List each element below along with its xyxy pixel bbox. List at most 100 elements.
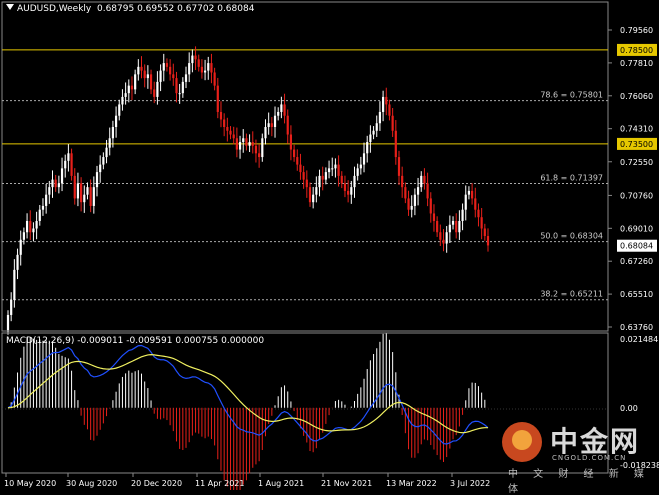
candle-body: [356, 168, 359, 176]
candle-body: [140, 66, 143, 71]
candle-body: [213, 72, 216, 86]
time-tick-label: 21 Nov 2021: [321, 479, 372, 488]
candle-body: [130, 85, 134, 90]
dropdown-triangle-icon[interactable]: [6, 4, 14, 10]
macd-header: MACD(12,26,9) -0.009011 -0.009591 0.0007…: [6, 336, 264, 346]
macd-tick-label: 0.00: [620, 404, 638, 413]
candle-body: [254, 145, 258, 154]
candle-body: [238, 142, 242, 150]
candle-body: [60, 168, 64, 184]
candle-body: [146, 74, 149, 79]
candle-body: [483, 228, 486, 237]
candle-body: [245, 138, 248, 146]
candle-body: [347, 190, 350, 195]
candle-body: [321, 175, 324, 180]
candle-body: [165, 63, 169, 67]
candle-body: [353, 175, 356, 188]
candle-body: [362, 153, 366, 165]
candle-body: [235, 138, 238, 150]
price-tick-label: 0.77810: [620, 59, 653, 68]
candle-body: [391, 115, 394, 131]
candle-body: [394, 130, 397, 158]
candle-body: [388, 104, 391, 116]
candle-body: [105, 147, 108, 158]
candle-body: [6, 314, 10, 331]
candle-body: [83, 194, 86, 203]
candle-body: [423, 175, 426, 184]
chart-canvas[interactable]: 78.6 = 0.75801 61.8 = 0.71397 50.0 = 0.683…: [0, 0, 659, 490]
candle-body: [270, 123, 273, 127]
candle-body: [334, 164, 337, 169]
candle-body: [277, 111, 280, 116]
candle-body: [169, 66, 172, 75]
candle-body: [439, 232, 442, 240]
candle-body: [153, 89, 156, 97]
candle-body: [45, 194, 48, 206]
level-label: 0.78500: [620, 46, 653, 55]
watermark: 中金网 CNGOLD.COM.CN 中 文 财 经 新 媒 体: [500, 418, 650, 495]
candle-body: [267, 123, 270, 127]
candle-body: [280, 104, 283, 112]
time-tick-label: 11 Apr 2021: [195, 479, 244, 488]
candle-body: [340, 175, 343, 184]
candle-body: [350, 187, 353, 195]
price-tick-label: 0.74310: [620, 125, 653, 134]
price-axis: 0.79560 0.77810 0.76060 0.74310 0.72550 0.707…: [608, 26, 657, 332]
candle-body: [86, 187, 89, 195]
candle-body: [359, 164, 362, 169]
candle-body: [448, 224, 451, 233]
candle-body: [216, 85, 219, 112]
candle-body: [318, 175, 321, 188]
time-tick-label: 3 Jul 2022: [450, 479, 490, 488]
candle-body: [401, 175, 404, 188]
cngold-logo-inner-icon: [512, 430, 532, 450]
candle-body: [416, 187, 420, 195]
candle-body: [343, 183, 347, 191]
current-price-label: 0.68084: [620, 242, 653, 251]
candle-body: [51, 179, 54, 188]
candle-body: [102, 157, 105, 165]
candle-body: [375, 123, 378, 131]
candle-body: [461, 209, 464, 221]
candle-body: [162, 63, 165, 71]
candle-body: [89, 187, 92, 206]
candle-body: [308, 187, 312, 203]
candle-body: [16, 254, 19, 270]
price-tick-label: 0.79560: [620, 26, 653, 35]
candle-body: [426, 183, 429, 199]
candle-body: [73, 175, 76, 199]
candle-body: [369, 134, 372, 143]
fib-label: 50.0 = 0.68304: [540, 232, 603, 241]
candle-body: [407, 198, 410, 210]
candle-body: [64, 160, 67, 169]
candle-body: [32, 228, 35, 233]
candle-body: [22, 232, 25, 240]
candle-body: [258, 153, 261, 158]
candle-body: [134, 74, 137, 90]
candle-body: [337, 164, 340, 176]
candle-body: [54, 179, 57, 188]
fib-label: 38.2 = 0.65211: [540, 290, 603, 299]
candle-body: [264, 126, 267, 139]
candle-body: [248, 142, 251, 146]
candle-body: [207, 63, 210, 71]
time-tick-label: 30 Aug 2020: [66, 479, 117, 488]
candle-body: [305, 179, 308, 188]
candle-body: [191, 55, 194, 64]
fib-label: 61.8 = 0.71397: [540, 173, 603, 182]
candle-body: [197, 59, 200, 67]
candle-body: [159, 70, 162, 82]
time-tick-label: 1 Aug 2021: [258, 479, 304, 488]
candle-body: [273, 115, 277, 127]
candle-body: [471, 190, 474, 199]
candle-body: [331, 168, 334, 170]
candle-body: [19, 239, 22, 255]
candle-body: [413, 194, 416, 206]
candle-body: [296, 157, 299, 165]
candle-body: [372, 130, 375, 135]
price-tick-label: 0.67260: [620, 257, 653, 266]
candle-body: [172, 74, 175, 79]
candle-body: [455, 220, 458, 233]
candle-body: [188, 63, 191, 75]
candle-body: [57, 183, 60, 188]
